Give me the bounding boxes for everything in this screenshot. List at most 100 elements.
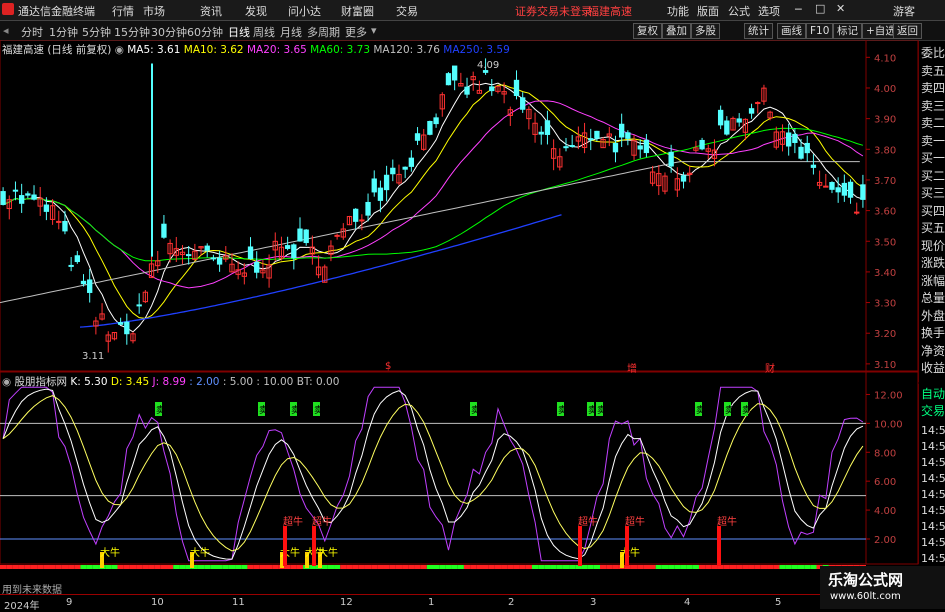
close-icon[interactable]: ✕ xyxy=(836,2,845,15)
legend-dropdown-icon[interactable]: ◉ xyxy=(115,44,124,56)
trend-bar xyxy=(383,565,390,569)
event-mark-increase[interactable]: 增 xyxy=(627,360,637,375)
menu-trade[interactable]: 交易 xyxy=(396,3,418,19)
trend-bar xyxy=(12,565,19,569)
trend-bar xyxy=(210,565,217,569)
candle-body xyxy=(563,146,569,149)
menu-options[interactable]: 选项 xyxy=(758,3,780,19)
trend-bar xyxy=(643,565,650,569)
tab-5min[interactable]: 5分钟 xyxy=(82,24,111,40)
time-label-apr: 4 xyxy=(684,597,691,608)
tab-multi-period[interactable]: 多周期 xyxy=(307,24,340,40)
login-notice[interactable]: 证券交易未登录 xyxy=(515,3,592,19)
tab-60min[interactable]: 60分钟 xyxy=(187,24,223,40)
candle-body xyxy=(247,246,254,260)
maximize-icon[interactable]: □ xyxy=(815,2,825,15)
trend-bar xyxy=(123,565,130,569)
candle-body xyxy=(798,146,804,159)
tab-weekly[interactable]: 周线 xyxy=(253,24,275,40)
candle-body xyxy=(87,279,93,293)
trend-bar xyxy=(154,565,161,569)
trend-bar xyxy=(272,565,279,569)
tab-1min[interactable]: 1分钟 xyxy=(49,24,78,40)
candle-body xyxy=(464,86,470,95)
side-lower-item[interactable]: 交易 xyxy=(921,401,945,421)
tab-timeshare[interactable]: 分时 xyxy=(21,24,43,40)
indicator-settings-icon[interactable]: ◉ xyxy=(2,376,11,388)
menu-ask[interactable]: 问小达 xyxy=(288,3,321,19)
trend-bar xyxy=(173,565,180,569)
mark-button[interactable]: 标记 xyxy=(833,23,862,39)
tab-30min[interactable]: 30分钟 xyxy=(151,24,187,40)
trend-bar xyxy=(340,565,347,569)
menu-market[interactable]: 市场 xyxy=(143,3,165,19)
draw-line-button[interactable]: 画线 xyxy=(777,23,806,39)
trend-bar xyxy=(587,565,594,569)
trend-bar xyxy=(600,565,607,569)
candle-body xyxy=(124,321,130,335)
trend-bar xyxy=(204,565,211,569)
menu-function[interactable]: 功能 xyxy=(667,3,689,19)
trend-bar xyxy=(296,565,304,569)
menu-layout[interactable]: 版面 xyxy=(697,3,719,19)
candle-body xyxy=(699,139,705,150)
trend-bar xyxy=(463,565,471,569)
trend-bar xyxy=(216,565,223,569)
menu-formula[interactable]: 公式 xyxy=(728,3,750,19)
candle-body xyxy=(748,108,755,114)
menu-wealth[interactable]: 财富圈 xyxy=(341,3,374,19)
menu-news[interactable]: 资讯 xyxy=(200,3,222,19)
adjust-button[interactable]: 复权 xyxy=(633,23,662,39)
overlay-button[interactable]: 叠加 xyxy=(662,23,691,39)
trend-bar xyxy=(488,565,495,569)
event-mark-dividend[interactable]: $ xyxy=(385,361,391,372)
sell-marker-label: 卖 xyxy=(696,405,705,416)
tab-15min[interactable]: 15分钟 xyxy=(114,24,150,40)
tab-monthly[interactable]: 月线 xyxy=(280,24,302,40)
trend-bar xyxy=(228,565,236,569)
candle-body xyxy=(371,178,377,193)
candle-body xyxy=(544,120,551,135)
multi-stock-button[interactable]: 多股 xyxy=(691,23,720,39)
menu-quotes[interactable]: 行情 xyxy=(112,3,134,19)
trend-bar xyxy=(692,565,699,569)
side-item[interactable]: 收益 xyxy=(921,358,945,378)
trend-bar xyxy=(179,565,186,569)
minimize-icon[interactable]: ─ xyxy=(795,3,802,16)
ma120-line xyxy=(0,161,860,304)
indicator-panel-frame xyxy=(0,371,919,565)
indicator-param: K: 5.30 xyxy=(70,376,108,388)
statistics-button[interactable]: 统计 xyxy=(744,23,773,39)
trend-bar xyxy=(569,565,576,569)
toolbar-collapse-icon[interactable]: ◂ xyxy=(3,24,9,37)
chart-canvas[interactable]: 卖卖卖卖卖卖卖卖卖卖卖大牛大牛大牛大牛大牛大牛超牛超牛超牛超牛超牛 4.104.… xyxy=(0,40,945,594)
back-button[interactable]: 返回 xyxy=(893,23,922,39)
price-tick-label: 3.70 xyxy=(874,176,896,187)
time-label-sep: 9 xyxy=(66,597,73,608)
more-dropdown-icon[interactable]: ▾ xyxy=(371,24,377,37)
side-time: 14:56 xyxy=(921,536,945,549)
f10-button[interactable]: F10 xyxy=(806,23,834,39)
trend-bar xyxy=(649,565,656,569)
menu-discover[interactable]: 发现 xyxy=(245,3,267,19)
indicator-title: 股朋指标网 xyxy=(14,376,68,388)
candle-body xyxy=(414,133,421,141)
candle-body xyxy=(12,189,19,192)
candle-body xyxy=(835,187,841,193)
tab-more[interactable]: 更多 xyxy=(345,24,367,40)
tab-daily[interactable]: 日线 xyxy=(228,24,250,40)
event-mark-finance[interactable]: 财 xyxy=(765,360,775,375)
candle-body xyxy=(408,157,415,167)
trend-bar xyxy=(167,565,174,569)
trend-bar xyxy=(451,565,458,569)
trend-bar xyxy=(136,565,143,569)
super-bull-label: 超牛 xyxy=(312,515,332,528)
side-time: 14:56 xyxy=(921,504,945,517)
ind-tick-label: 6.00 xyxy=(874,477,896,488)
guest-label[interactable]: 游客 xyxy=(893,3,915,19)
ma-line xyxy=(2,100,864,289)
trend-bar xyxy=(371,565,378,569)
trend-bar xyxy=(494,565,502,569)
candle-body xyxy=(724,120,730,135)
trend-bar xyxy=(661,565,669,569)
